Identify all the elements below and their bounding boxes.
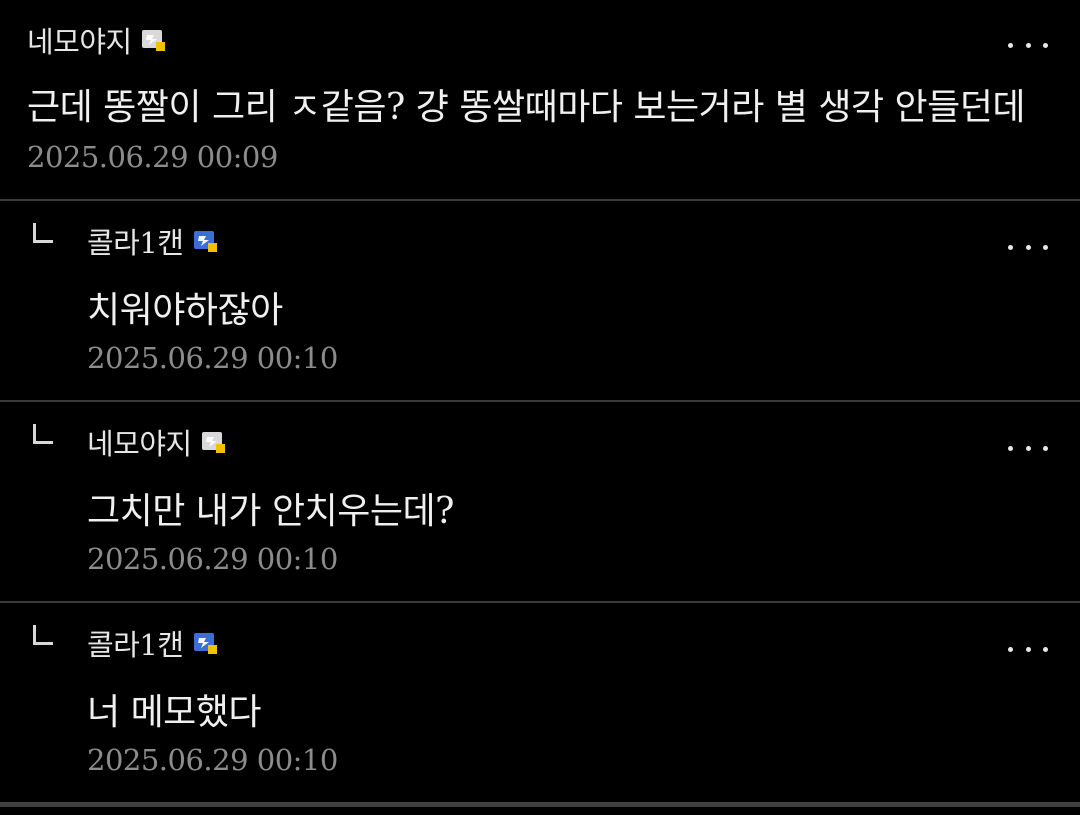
more-options-button[interactable] <box>1008 645 1048 653</box>
gallery-badge-icon <box>141 30 166 51</box>
more-dot <box>1043 42 1048 48</box>
more-dot <box>1008 445 1013 451</box>
more-dot <box>1008 42 1013 48</box>
more-dot <box>1025 445 1031 451</box>
more-options-button[interactable] <box>1008 444 1048 452</box>
more-dot <box>1025 244 1031 250</box>
comment-date: 2025.06.29 00:10 <box>87 542 338 576</box>
comment-nickname[interactable]: 콜라1캔 <box>87 220 184 262</box>
more-dot <box>1043 646 1048 652</box>
reply-corner-icon <box>33 625 53 645</box>
comment-text: 너 메모했다 <box>87 692 262 733</box>
gallery-badge-icon <box>193 633 218 654</box>
comment-header: 네모야지 <box>87 422 226 462</box>
more-options-button[interactable] <box>1008 243 1048 251</box>
reply-corner-icon <box>33 223 53 243</box>
more-options-button[interactable] <box>1008 41 1048 49</box>
comment-item: 네모야지 근데 똥짤이 그리 ㅈ같음? 걍 똥쌀때마다 보는거라 별 생각 안들… <box>0 0 1080 199</box>
comment-nickname[interactable]: 네모야지 <box>87 421 192 463</box>
gallery-badge-icon <box>193 231 218 252</box>
comment-header: 네모야지 <box>27 20 166 60</box>
comment-text: 치워야하잖아 <box>87 290 283 331</box>
divider <box>0 802 1080 807</box>
comment-text: 근데 똥짤이 그리 ㅈ같음? 걍 똥쌀때마다 보는거라 별 생각 안들던데 <box>27 87 1026 128</box>
more-dot <box>1043 445 1048 451</box>
comment-nickname[interactable]: 네모야지 <box>27 19 132 61</box>
more-dot <box>1008 244 1013 250</box>
comment-header: 콜라1캔 <box>87 221 218 261</box>
comment-date: 2025.06.29 00:10 <box>87 341 338 375</box>
reply-item: 콜라1캔 치워야하잖아 2025.06.29 00:10 <box>0 201 1080 400</box>
comment-text: 그치만 내가 안치우는데? <box>87 491 454 532</box>
reply-item: 콜라1캔 너 메모했다 2025.06.29 00:10 <box>0 603 1080 802</box>
more-dot <box>1025 646 1031 652</box>
more-dot <box>1043 244 1048 250</box>
comment-header: 콜라1캔 <box>87 623 218 663</box>
comment-date: 2025.06.29 00:09 <box>27 140 278 174</box>
more-dot <box>1025 42 1031 48</box>
reply-corner-icon <box>33 424 53 444</box>
gallery-badge-icon <box>201 432 226 453</box>
reply-item: 네모야지 그치만 내가 안치우는데? 2025.06.29 00:10 <box>0 402 1080 601</box>
comment-nickname[interactable]: 콜라1캔 <box>87 622 184 664</box>
more-dot <box>1008 646 1013 652</box>
comment-date: 2025.06.29 00:10 <box>87 743 338 777</box>
